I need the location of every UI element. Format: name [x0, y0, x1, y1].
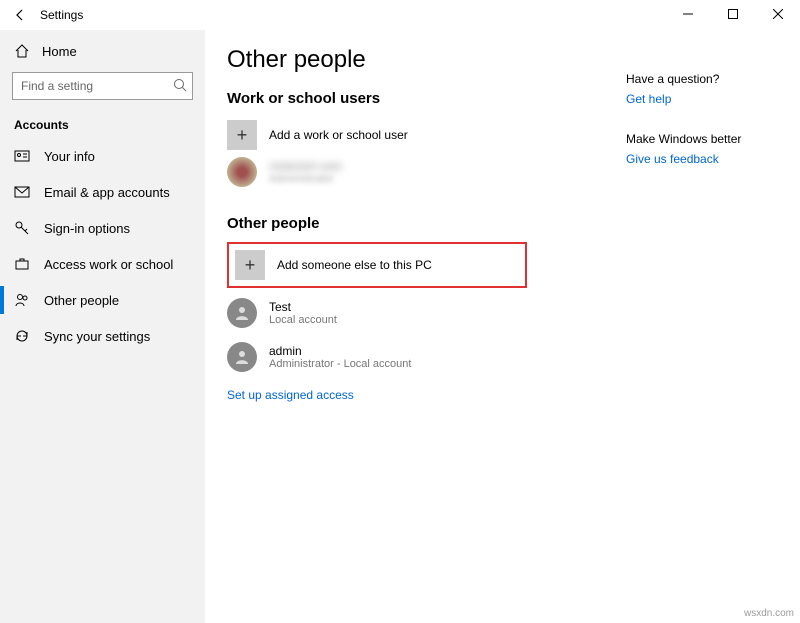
- user-name: Test: [269, 300, 337, 314]
- section-other-people-heading: Other people: [227, 215, 800, 232]
- aside-panel: Have a question? Get help Make Windows b…: [626, 72, 776, 192]
- arrow-left-icon: [13, 8, 27, 22]
- user-name: admin: [269, 344, 411, 358]
- aside-question: Make Windows better: [626, 132, 776, 146]
- maximize-button[interactable]: [710, 0, 755, 28]
- avatar: [227, 342, 257, 372]
- sidebar-item-label: Sync your settings: [44, 329, 150, 344]
- add-label: Add someone else to this PC: [277, 258, 432, 272]
- sidebar-item-your-info[interactable]: Your info: [0, 138, 205, 174]
- sidebar-item-label: Email & app accounts: [44, 185, 170, 200]
- user-name: redacted user: [269, 159, 342, 173]
- plus-icon: +: [227, 120, 257, 150]
- add-someone-button[interactable]: + Add someone else to this PC: [227, 242, 527, 288]
- aside-question: Have a question?: [626, 72, 776, 86]
- sidebar-item-signin[interactable]: Sign-in options: [0, 210, 205, 246]
- window-title: Settings: [40, 8, 83, 22]
- people-icon: [14, 292, 30, 308]
- sidebar-item-label: Your info: [44, 149, 95, 164]
- get-help-link[interactable]: Get help: [626, 92, 776, 106]
- feedback-link[interactable]: Give us feedback: [626, 152, 776, 166]
- user-sub: Administrator - Local account: [269, 358, 411, 370]
- setup-assigned-access-link[interactable]: Set up assigned access: [227, 388, 354, 402]
- sidebar-item-email[interactable]: Email & app accounts: [0, 174, 205, 210]
- sidebar-item-sync[interactable]: Sync your settings: [0, 318, 205, 354]
- search-icon: [173, 78, 187, 92]
- mail-icon: [14, 184, 30, 200]
- avatar: [227, 157, 257, 187]
- minimize-icon: [683, 9, 693, 19]
- back-button[interactable]: [8, 3, 32, 27]
- sync-icon: [14, 328, 30, 344]
- sidebar-item-work-school[interactable]: Access work or school: [0, 246, 205, 282]
- sidebar: Home Accounts Your info Email & app acco…: [0, 30, 205, 623]
- add-work-school-user-button[interactable]: + Add a work or school user: [227, 117, 527, 153]
- briefcase-icon: [14, 256, 30, 272]
- main-content: Other people Work or school users + Add …: [205, 30, 800, 623]
- minimize-button[interactable]: [665, 0, 710, 28]
- close-icon: [773, 9, 783, 19]
- maximize-icon: [728, 9, 738, 19]
- user-sub: Administrator: [269, 173, 342, 185]
- search-input[interactable]: [12, 72, 193, 100]
- close-button[interactable]: [755, 0, 800, 28]
- sidebar-section-title: Accounts: [0, 108, 205, 138]
- id-card-icon: [14, 148, 30, 164]
- sidebar-item-label: Sign-in options: [44, 221, 130, 236]
- add-label: Add a work or school user: [269, 128, 408, 142]
- sidebar-item-other-people[interactable]: Other people: [0, 282, 205, 318]
- person-icon: [234, 305, 250, 321]
- other-user-row[interactable]: Test Local account: [227, 294, 800, 338]
- person-icon: [234, 349, 250, 365]
- user-sub: Local account: [269, 314, 337, 326]
- sidebar-item-label: Other people: [44, 293, 119, 308]
- avatar: [227, 298, 257, 328]
- page-title: Other people: [227, 46, 800, 74]
- key-icon: [14, 220, 30, 236]
- home-icon: [14, 43, 30, 59]
- other-user-row[interactable]: admin Administrator - Local account: [227, 338, 800, 382]
- sidebar-item-label: Access work or school: [44, 257, 173, 272]
- home-button[interactable]: Home: [0, 38, 205, 64]
- plus-icon: +: [235, 250, 265, 280]
- home-label: Home: [42, 44, 77, 59]
- watermark: wsxdn.com: [744, 608, 794, 619]
